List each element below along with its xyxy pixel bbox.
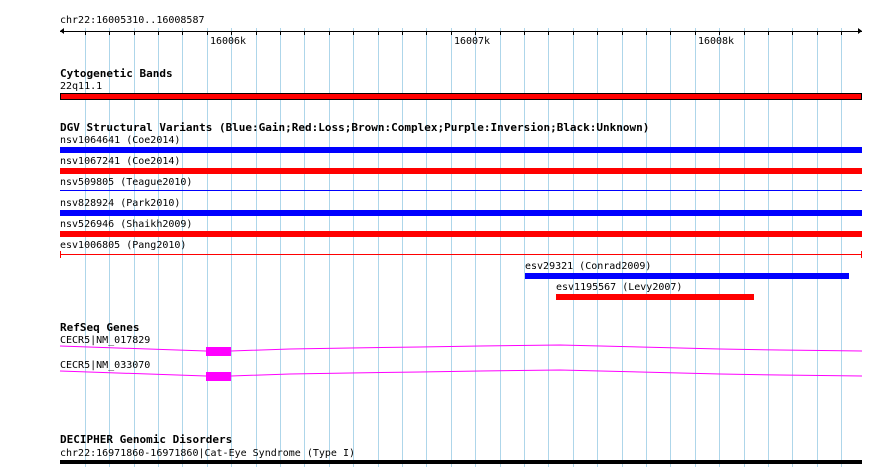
gene-exon[interactable]: [206, 347, 231, 356]
gene-models: [59, 344, 863, 381]
gene-exon[interactable]: [206, 372, 231, 381]
gene-intron-line[interactable]: [59, 344, 863, 352]
gene-intron-line[interactable]: [59, 369, 863, 377]
track-title: DECIPHER Genomic Disorders: [60, 433, 233, 446]
decipher-bar[interactable]: [60, 460, 862, 464]
decipher-label: chr22:16971860-16971860|Cat-Eye Syndrome…: [60, 448, 356, 459]
